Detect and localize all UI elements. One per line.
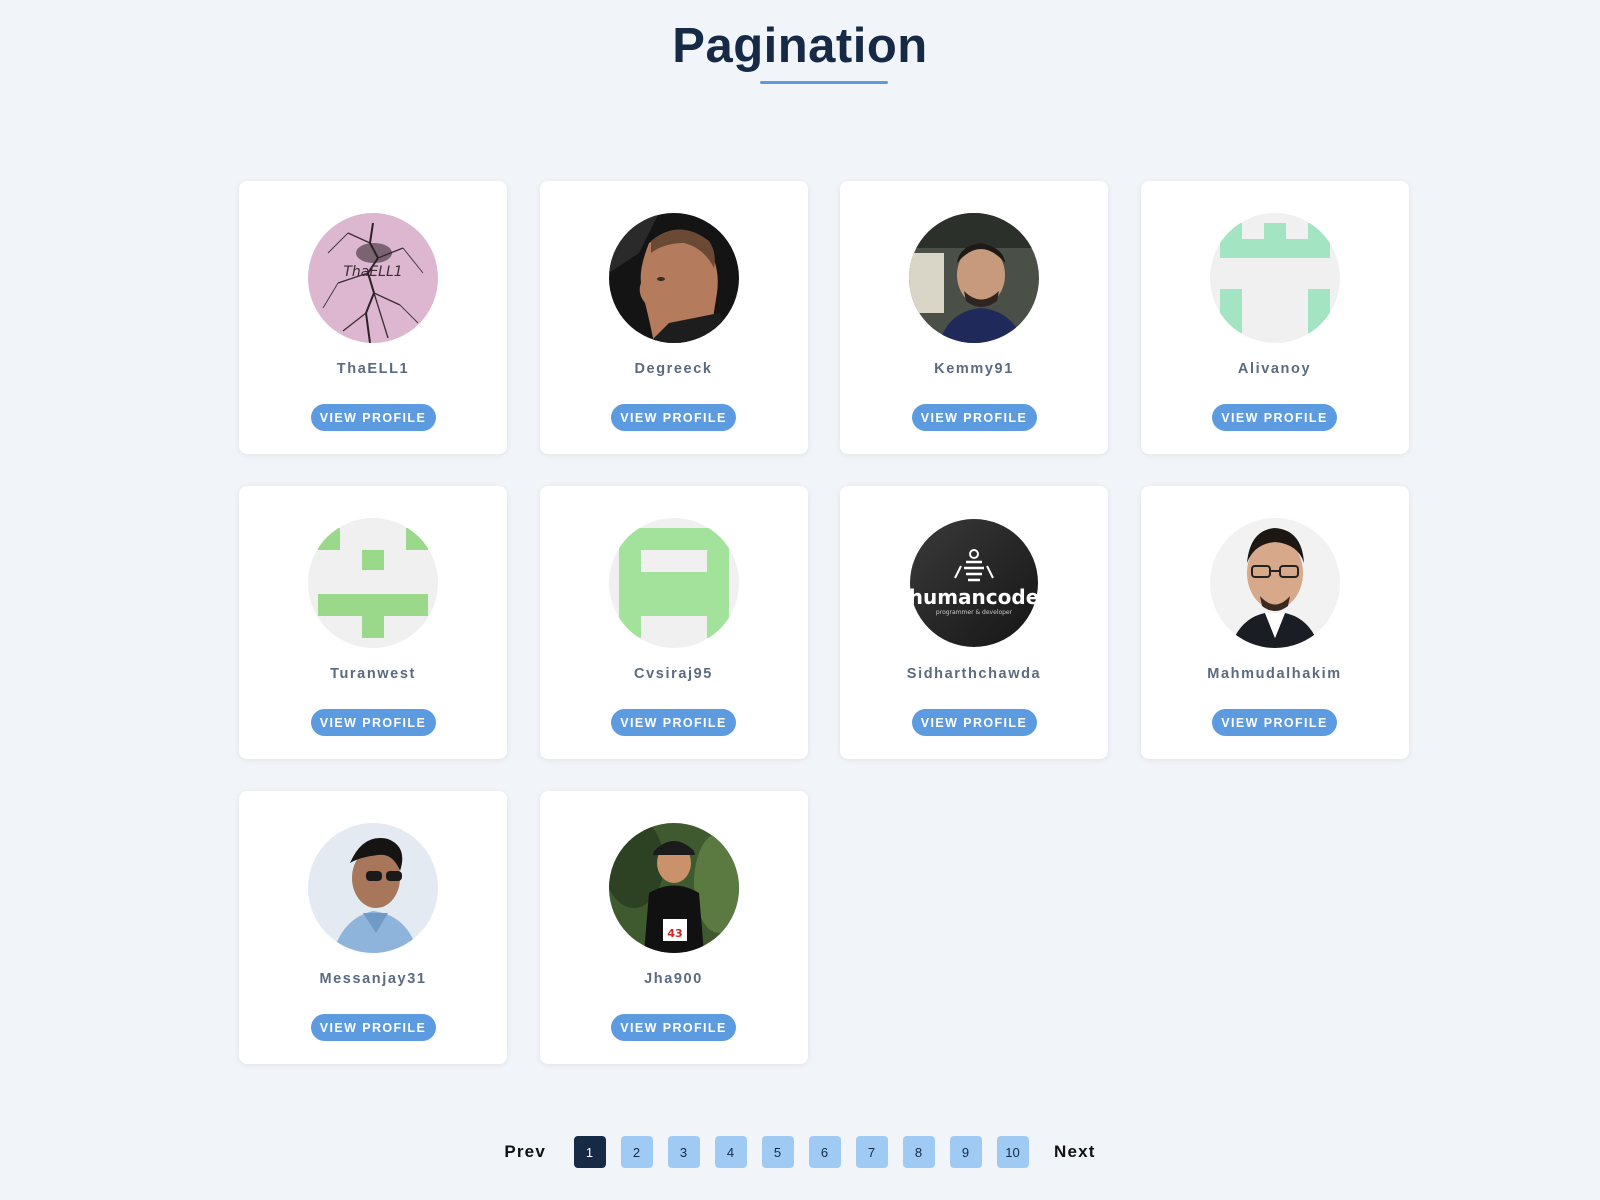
avatar-logo-text: ThaELL1 [343,264,402,280]
cracked-glass-logo-avatar: ThaELL1 [308,213,438,343]
username: Turanwest [330,666,416,682]
view-profile-button[interactable]: VIEW PROFILE [911,404,1037,431]
humancode-logo-avatar: humancode programmer & developer [909,518,1039,648]
user-card-grid: ThaELL1 ThaELL1 VIEW PROFILE Degreeck VI… [239,181,1409,1064]
view-profile-button[interactable]: VIEW PROFILE [310,1014,436,1041]
user-card: 43 Jha900 VIEW PROFILE [539,791,808,1064]
username: Sidharthchawda [906,666,1042,682]
user-card: Alivanoy VIEW PROFILE [1140,181,1409,454]
page-button-1[interactable]: 1 [573,1136,606,1168]
page-button-8[interactable]: 8 [902,1136,935,1168]
page-button-4[interactable]: 4 [714,1136,747,1168]
title-underline [760,81,888,84]
page-button-2[interactable]: 2 [620,1136,653,1168]
pagination: Prev 1 2 3 4 5 6 7 8 9 10 Next [0,1136,1600,1168]
username: Jha900 [644,971,703,987]
page-button-9[interactable]: 9 [949,1136,982,1168]
page-button-5[interactable]: 5 [761,1136,794,1168]
identicon-avatar [608,518,739,648]
username: Mahmudalhakim [1207,666,1342,682]
avatar-logo-text: humancode [909,585,1039,609]
view-profile-button[interactable]: VIEW PROFILE [310,709,436,736]
page-button-7[interactable]: 7 [855,1136,888,1168]
page-button-3[interactable]: 3 [667,1136,700,1168]
username: Alivanoy [1237,361,1312,377]
man-with-sunglasses-photo-avatar [308,823,438,953]
man-profile-photo-avatar [608,213,739,343]
username: Cvsiraj95 [634,666,713,682]
page-button-6[interactable]: 6 [808,1136,841,1168]
user-card: Cvsiraj95 VIEW PROFILE [539,486,808,759]
view-profile-button[interactable]: VIEW PROFILE [611,709,736,736]
view-profile-button[interactable]: VIEW PROFILE [1212,404,1337,431]
user-card: Kemmy91 VIEW PROFILE [840,181,1108,454]
avatar-logo-subtext: programmer & developer [936,609,1013,616]
runner-photo-avatar: 43 [608,823,739,953]
view-profile-button[interactable]: VIEW PROFILE [611,1014,736,1041]
prev-button[interactable]: Prev [504,1142,546,1162]
view-profile-button[interactable]: VIEW PROFILE [310,404,436,431]
page-title: Pagination [672,19,928,73]
man-in-car-photo-avatar [909,213,1039,343]
view-profile-button[interactable]: VIEW PROFILE [911,709,1037,736]
user-card: Turanwest VIEW PROFILE [239,486,507,759]
user-card: ThaELL1 ThaELL1 VIEW PROFILE [239,181,507,454]
race-bib-number: 43 [667,927,682,940]
identicon-avatar [1209,213,1340,343]
username: Messanjay31 [319,971,427,987]
next-button[interactable]: Next [1054,1142,1096,1162]
username: Degreeck [634,361,713,377]
man-with-glasses-photo-avatar [1209,518,1340,648]
view-profile-button[interactable]: VIEW PROFILE [611,404,736,431]
user-card: Mahmudalhakim VIEW PROFILE [1140,486,1409,759]
view-profile-button[interactable]: VIEW PROFILE [1212,709,1337,736]
user-card: Degreeck VIEW PROFILE [539,181,808,454]
identicon-avatar [308,518,438,648]
username: Kemmy91 [934,361,1014,377]
user-card: humancode programmer & developer Sidhart… [840,486,1108,759]
username: ThaELL1 [336,361,410,377]
page-button-10[interactable]: 10 [996,1136,1029,1168]
user-card: Messanjay31 VIEW PROFILE [239,791,507,1064]
